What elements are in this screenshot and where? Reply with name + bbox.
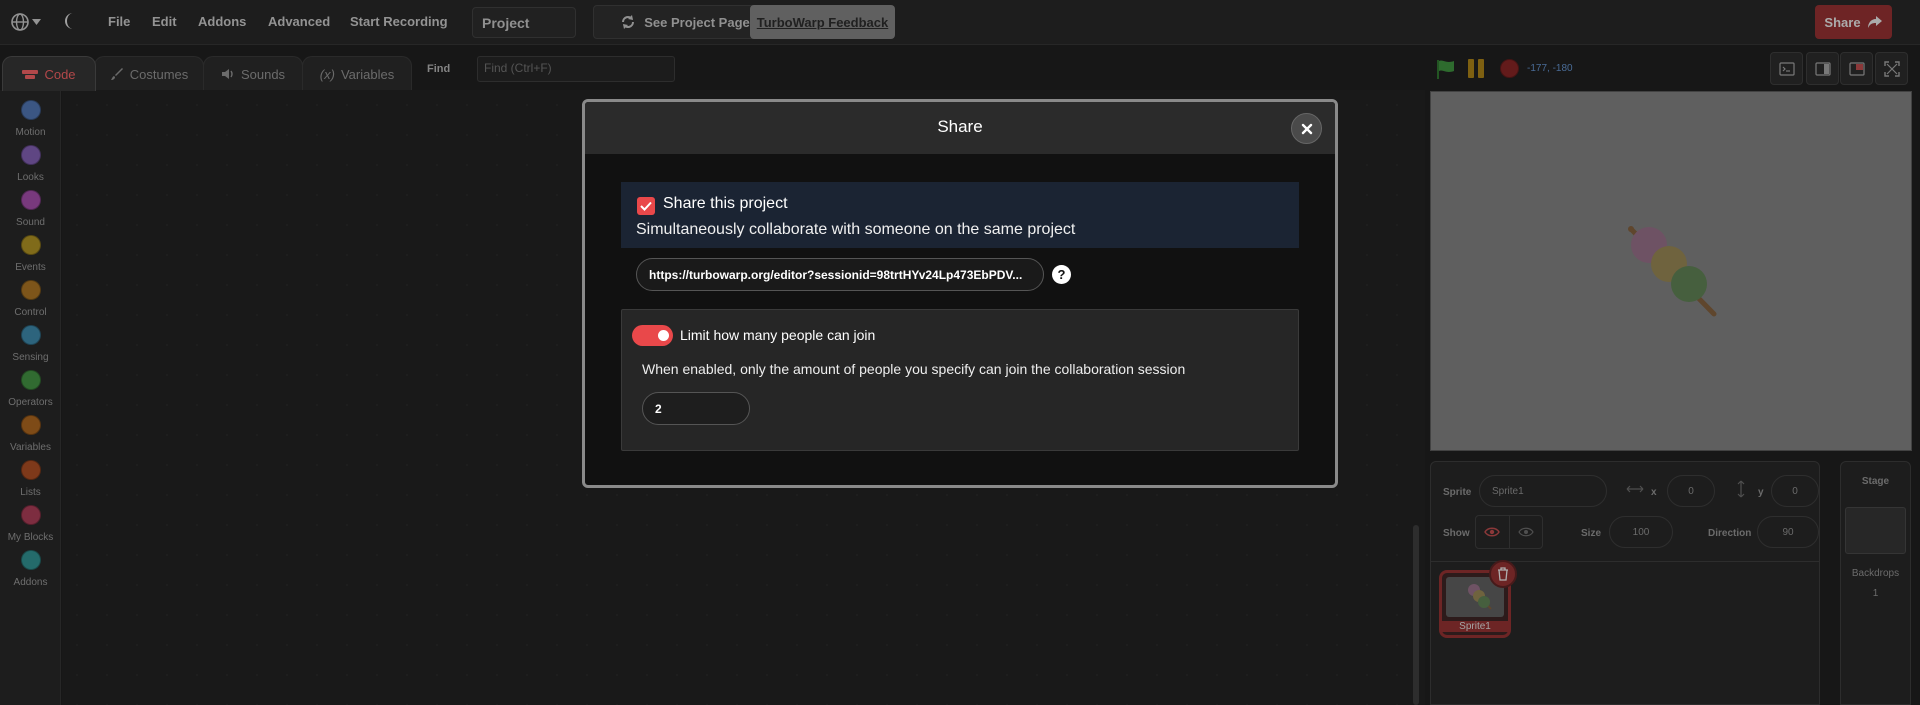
share-checkbox-label: Share this project [663, 195, 788, 212]
toggle-knob [658, 330, 669, 341]
tab-code-label: Code [44, 66, 76, 82]
share-checkbox[interactable] [637, 197, 655, 215]
limit-count-input[interactable]: 2 [642, 392, 750, 425]
close-icon [1301, 123, 1312, 134]
limit-toggle[interactable] [632, 325, 673, 346]
limit-toggle-label: Limit how many people can join [680, 327, 876, 343]
limit-description: When enabled, only the amount of people … [642, 361, 1186, 377]
help-icon[interactable]: ? [1052, 265, 1071, 284]
checkmark-icon [640, 201, 652, 211]
share-description: Simultaneously collaborate with someone … [636, 221, 1076, 238]
share-project-section: Share this project Simultaneously collab… [621, 182, 1299, 248]
code-icon [22, 70, 39, 79]
close-button[interactable] [1291, 113, 1322, 144]
modal-title: Share [937, 117, 983, 136]
limit-section: Limit how many people can join When enab… [621, 309, 1299, 451]
tab-code[interactable]: Code [2, 56, 96, 91]
modal-header: Share [585, 102, 1335, 154]
share-url-field[interactable]: https://turbowarp.org/editor?sessionid=9… [636, 258, 1044, 291]
share-modal: Share Share this project Simultaneously … [582, 99, 1338, 488]
